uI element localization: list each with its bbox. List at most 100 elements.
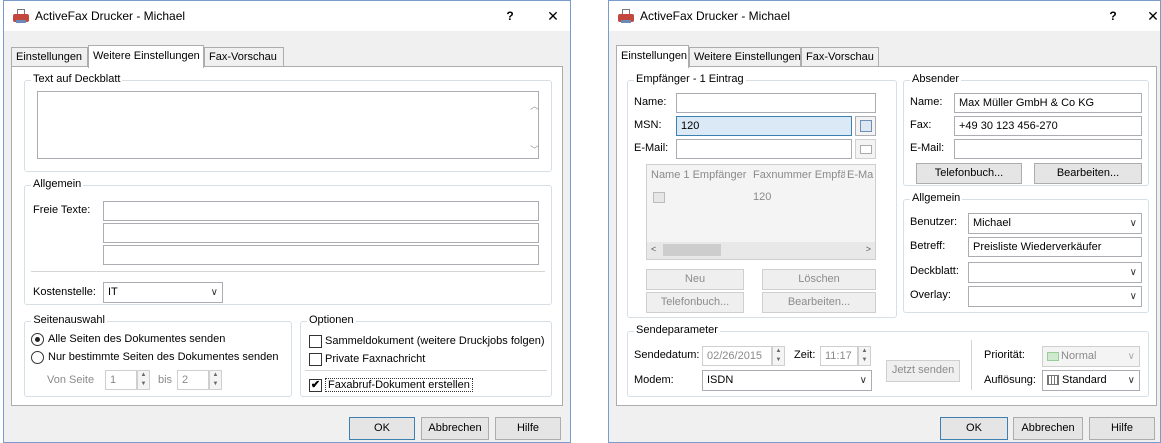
list-header-email[interactable]: E-Ma [847, 169, 875, 181]
options-group-title: Optionen [307, 314, 356, 326]
radio-all-pages[interactable] [31, 333, 44, 346]
free-text-field-3[interactable] [103, 245, 539, 265]
help-title-button[interactable]: ? [496, 5, 524, 27]
right-dialog-window: ActiveFax Drucker - Michael ? ✕ Einstell… [608, 0, 1161, 443]
recipient-email-label: E-Mail: [634, 142, 669, 154]
tab-weitere-einstellungen[interactable]: Weitere Einstellungen [689, 47, 801, 66]
collective-document-label[interactable]: Sammeldokument (weitere Druckjobs folgen… [325, 335, 544, 347]
free-text-field-1[interactable] [103, 201, 539, 221]
close-icon[interactable]: ✕ [539, 5, 567, 27]
resolution-value: Standard [1062, 374, 1107, 386]
free-texts-label: Freie Texte: [33, 204, 91, 216]
user-select[interactable]: Michael ∨ [968, 213, 1142, 234]
to-page-spinner[interactable]: ▲ ▼ [209, 370, 222, 390]
sender-email-input[interactable] [954, 139, 1142, 159]
send-date-input[interactable]: 02/26/2015 [702, 346, 772, 366]
list-header-name[interactable]: Name 1 Empfänger [651, 169, 749, 181]
to-page-input[interactable]: 2 [177, 370, 209, 390]
scroll-up-icon[interactable]: ︿ [530, 99, 539, 112]
help-title-button[interactable]: ? [1099, 5, 1127, 27]
priority-value: Normal [1061, 350, 1097, 362]
delete-button[interactable]: Löschen [762, 269, 876, 290]
user-label: Benutzer: [910, 216, 958, 228]
cover-text-group-title: Text auf Deckblatt [31, 73, 123, 85]
from-page-label: Von Seite [47, 374, 95, 386]
some-pages-label[interactable]: Nur bestimmte Seiten des Dokumentes send… [48, 351, 279, 363]
free-text-field-2[interactable] [103, 223, 539, 243]
scroll-thumb[interactable] [663, 244, 721, 256]
sender-edit-button[interactable]: Bearbeiten... [1034, 163, 1142, 184]
from-page-input[interactable]: 1 [105, 370, 137, 390]
tab-einstellungen[interactable]: Einstellungen [616, 45, 689, 68]
list-header-fax[interactable]: Faxnummer Empfäng [753, 169, 845, 181]
tab-einstellungen[interactable]: Einstellungen [11, 47, 88, 66]
cover-text-area[interactable] [37, 91, 539, 159]
subject-label: Betreff: [910, 240, 946, 252]
phonebook-icon[interactable] [855, 116, 876, 136]
to-page-label: bis [158, 374, 173, 386]
mail-icon[interactable] [855, 139, 876, 159]
sender-name-input[interactable]: Max Müller GmbH & Co KG [954, 93, 1142, 113]
list-row-fax[interactable]: 120 [753, 191, 771, 203]
chevron-down-icon: ∨ [1127, 351, 1135, 362]
msn-label: MSN: [634, 119, 662, 131]
chevron-down-icon: ∨ [210, 287, 218, 298]
tab-weitere-einstellungen[interactable]: Weitere Einstellungen [88, 45, 204, 68]
scroll-left-icon[interactable]: < [651, 244, 656, 254]
send-time-spinner[interactable]: ▲ ▼ [858, 346, 871, 366]
chevron-down-icon: ∨ [1129, 291, 1137, 302]
options-group: Optionen Sammeldokument (weitere Druckjo… [300, 314, 552, 397]
subject-input[interactable]: Preisliste Wiederverkäufer [968, 237, 1142, 257]
radio-some-pages[interactable] [31, 351, 44, 364]
ok-button[interactable]: OK [940, 417, 1008, 440]
modem-select[interactable]: ISDN ∨ [702, 370, 872, 391]
general-group-title: Allgemein [31, 178, 84, 190]
tab-fax-vorschau[interactable]: Fax-Vorschau [204, 47, 284, 66]
options-separator [305, 370, 547, 371]
new-button[interactable]: Neu [646, 269, 744, 290]
msn-input[interactable]: 120 [676, 116, 852, 136]
fax-polling-label[interactable]: Faxabruf-Dokument erstellen [325, 378, 473, 392]
left-window-title: ActiveFax Drucker - Michael [35, 9, 186, 23]
from-page-spinner[interactable]: ▲ ▼ [137, 370, 150, 390]
all-pages-label[interactable]: Alle Seiten des Dokumentes senden [48, 333, 225, 345]
cancel-button[interactable]: Abbrechen [1013, 417, 1083, 440]
right-tab-panel: Empfänger - 1 Eintrag Name: MSN: 120 E-M… [616, 66, 1157, 406]
priority-select[interactable]: Normal ∨ [1042, 346, 1140, 367]
fax-polling-checkbox[interactable]: ✔ [309, 379, 322, 392]
overlay-select[interactable]: ∨ [968, 286, 1142, 307]
send-now-button[interactable]: Jetzt senden [886, 360, 960, 382]
help-button[interactable]: Hilfe [1089, 417, 1155, 440]
fax-printer-icon [618, 9, 634, 23]
modem-value: ISDN [707, 374, 734, 386]
user-value: Michael [973, 217, 1011, 229]
close-icon[interactable]: ✕ [1139, 5, 1161, 27]
collective-document-checkbox[interactable] [309, 335, 322, 348]
private-fax-checkbox[interactable] [309, 353, 322, 366]
cancel-button[interactable]: Abbrechen [421, 417, 489, 440]
recipient-phonebook-button[interactable]: Telefonbuch... [646, 292, 744, 313]
sender-fax-input[interactable]: +49 30 123 456-270 [954, 116, 1142, 136]
entry-icon [653, 192, 665, 203]
scroll-down-icon[interactable]: ﹀ [530, 143, 539, 156]
page-selection-group: SSeitenauswahl Alle Seiten des Dokumente… [24, 314, 292, 397]
help-button[interactable]: Hilfe [495, 417, 561, 440]
tab-fax-vorschau[interactable]: Fax-Vorschau [801, 47, 879, 66]
send-date-spinner[interactable]: ▲ ▼ [772, 346, 785, 366]
recipient-edit-button[interactable]: Bearbeiten... [762, 292, 876, 313]
left-title-bar[interactable]: ActiveFax Drucker - Michael ? ✕ [4, 1, 570, 31]
scroll-right-icon[interactable]: > [866, 244, 871, 254]
recipient-email-input[interactable] [676, 139, 852, 159]
send-time-input[interactable]: 11:17 [820, 346, 858, 366]
cost-center-select[interactable]: IT ∨ [103, 282, 223, 303]
resolution-select[interactable]: Standard ∨ [1042, 370, 1140, 391]
recipient-name-input[interactable] [676, 93, 876, 113]
cover-select[interactable]: ∨ [968, 262, 1142, 283]
ok-button[interactable]: OK [349, 417, 415, 440]
horizontal-scrollbar[interactable]: < > [647, 242, 875, 259]
recipient-list[interactable]: Name 1 Empfänger Faxnummer Empfäng E-Ma … [646, 164, 876, 260]
private-fax-label[interactable]: Private Faxnachricht [325, 353, 425, 365]
sender-phonebook-button[interactable]: Telefonbuch... [916, 163, 1022, 184]
right-title-bar[interactable]: ActiveFax Drucker - Michael ? ✕ [609, 1, 1160, 31]
send-date-label: Sendedatum: [634, 349, 700, 361]
